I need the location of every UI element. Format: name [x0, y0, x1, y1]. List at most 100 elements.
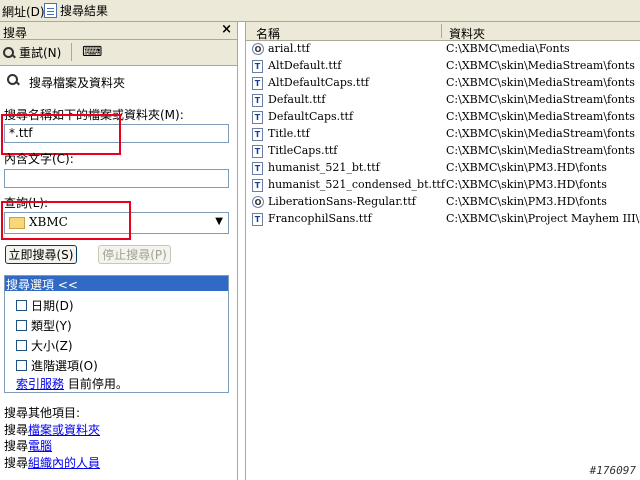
search-options-title: 搜尋選項 << — [6, 278, 78, 292]
file-folder: C:\XBMC\skin\MediaStream\fonts — [446, 110, 635, 123]
column-divider[interactable] — [441, 24, 442, 38]
close-icon[interactable]: × — [221, 22, 232, 37]
table-row[interactable]: T Title.ttf C:\XBMC\skin\MediaStream\fonts — [250, 126, 640, 143]
file-name: FrancophilSans.ttf — [268, 212, 372, 225]
watermark: #176097 — [589, 464, 636, 477]
file-folder: C:\XBMC\skin\MediaStream\fonts — [446, 76, 635, 89]
truetype-font-icon: T — [252, 111, 263, 124]
opentype-font-icon: O — [252, 196, 264, 208]
file-name: humanist_521_condensed_bt.ttf — [268, 178, 445, 191]
truetype-font-icon: T — [252, 179, 263, 192]
book-icon[interactable]: ⌨ — [82, 44, 102, 60]
other-item-prefix: 搜尋 — [4, 439, 29, 453]
table-row[interactable]: T DefaultCaps.ttf C:\XBMC\skin\MediaStream… — [250, 109, 640, 126]
address-bar: 網址(D) 搜尋結果 — [0, 0, 640, 22]
section-title: 搜尋檔案及資料夾 — [29, 76, 126, 90]
table-row[interactable]: T TitleCaps.ttf C:\XBMC\skin\MediaStream\f… — [250, 143, 640, 160]
other-item-files: 搜尋檔案或資料夾 — [4, 421, 100, 438]
file-folder: C:\XBMC\skin\PM3.HD\fonts — [446, 195, 607, 208]
column-header-folder[interactable]: 資料夾 — [449, 25, 485, 42]
option-label: 類型(Y) — [31, 319, 72, 333]
table-row[interactable]: T FrancophilSans.ttf C:\XBMC\skin\Project … — [250, 211, 640, 228]
truetype-font-icon: T — [252, 128, 263, 141]
table-row[interactable]: T AltDefault.ttf C:\XBMC\skin\MediaStream\… — [250, 58, 640, 75]
option-label: 日期(D) — [31, 299, 74, 313]
contains-label: 內含文字(C): — [4, 152, 74, 166]
reset-button-label: 重試(N) — [19, 46, 62, 60]
truetype-font-icon: T — [252, 213, 263, 226]
other-items-title: 搜尋其他項目: — [4, 406, 81, 420]
table-row[interactable]: Thumanist_521_condensed_bt.ttf C:\XBMC\sk… — [250, 177, 640, 194]
checkbox[interactable] — [16, 300, 27, 311]
other-item-prefix: 搜尋 — [4, 423, 29, 437]
file-name: AltDefaultCaps.ttf — [268, 76, 369, 89]
file-name: TitleCaps.ttf — [268, 144, 338, 157]
other-item-people: 搜尋組織內的人員 — [4, 454, 100, 471]
option-type[interactable]: 類型(Y) — [16, 317, 72, 334]
reset-button[interactable]: 重試(N) — [2, 44, 61, 61]
file-name: humanist_521_bt.ttf — [268, 161, 380, 174]
tab-search-results[interactable]: 搜尋結果 — [44, 2, 108, 19]
option-advanced[interactable]: 進階選項(O) — [16, 357, 98, 374]
files-folders-link[interactable]: 檔案或資料夾 — [28, 423, 100, 437]
pane-title: 搜尋 — [3, 26, 28, 40]
file-folder: C:\XBMC\skin\PM3.HD\fonts — [446, 161, 607, 174]
search-options-header[interactable]: 搜尋選項 << — [5, 276, 228, 292]
table-row[interactable]: Oarial.ttf C:\XBMC\media\Fonts — [250, 41, 640, 58]
index-service-row: 索引服務 目前停用。 — [16, 375, 128, 392]
truetype-font-icon: T — [252, 94, 263, 107]
option-label: 大小(Z) — [31, 339, 73, 353]
option-date[interactable]: 日期(D) — [16, 297, 74, 314]
results-pane: 名稱 資料夾 Oarial.ttf C:\XBMC\media\Fonts T Alt… — [245, 22, 640, 480]
option-label: 進階選項(O) — [31, 359, 98, 373]
search-icon — [6, 73, 20, 87]
search-pane: 搜尋 × 重試(N) ⌨ 搜尋檔案及資料夾 搜尋名稱如下的檔案或資料夾(M): … — [0, 22, 238, 480]
people-link[interactable]: 組織內的人員 — [28, 456, 100, 470]
file-folder: C:\XBMC\skin\PM3.HD\fonts — [446, 178, 607, 191]
truetype-font-icon: T — [252, 145, 263, 158]
truetype-font-icon: T — [252, 162, 263, 175]
other-item-prefix: 搜尋 — [4, 456, 29, 470]
option-size[interactable]: 大小(Z) — [16, 337, 73, 354]
table-row[interactable]: Thumanist_521_bt.ttf C:\XBMC\skin\PM3.HD\… — [250, 160, 640, 177]
highlight-box-name — [1, 114, 121, 155]
truetype-font-icon: T — [252, 60, 263, 73]
toolbar-divider — [71, 43, 72, 61]
checkbox[interactable] — [16, 320, 27, 331]
search-options-panel: 搜尋選項 << 日期(D) 類型(Y) 大小(Z) 進階選項(O) 索引服務 目… — [4, 275, 229, 393]
column-header-name[interactable]: 名稱 — [256, 25, 280, 42]
chevron-down-icon[interactable]: ▼ — [215, 216, 223, 227]
pane-header: 搜尋 × — [0, 22, 237, 40]
file-name: LiberationSans-Regular.ttf — [268, 195, 416, 208]
checkbox[interactable] — [16, 340, 27, 351]
address-label[interactable]: 網址(D) — [0, 3, 47, 20]
other-item-computer: 搜尋電腦 — [4, 437, 52, 454]
file-name: DefaultCaps.ttf — [268, 110, 354, 123]
table-row[interactable]: T AltDefaultCaps.ttf C:\XBMC\skin\MediaStr… — [250, 75, 640, 92]
index-service-link[interactable]: 索引服務 — [16, 377, 64, 391]
checkbox[interactable] — [16, 360, 27, 371]
truetype-font-icon: T — [252, 77, 263, 90]
tab-label: 搜尋結果 — [60, 4, 109, 18]
index-service-status: 目前停用。 — [67, 377, 128, 391]
search-icon — [2, 46, 16, 60]
table-row[interactable]: T Default.ttf C:\XBMC\skin\MediaStream\fon… — [250, 92, 640, 109]
table-row[interactable]: O LiberationSans-Regular.ttf C:\XBMC\skin\… — [250, 194, 640, 211]
file-name: arial.ttf — [268, 42, 310, 55]
file-name: AltDefault.ttf — [268, 59, 342, 72]
stop-search-button[interactable]: 停止搜尋(P) — [98, 245, 171, 264]
file-folder: C:\XBMC\skin\MediaStream\fonts — [446, 127, 635, 140]
file-name: Title.ttf — [268, 127, 310, 140]
pane-toolbar: 重試(N) ⌨ — [0, 40, 237, 66]
file-folder: C:\XBMC\media\Fonts — [446, 42, 570, 55]
contains-input[interactable] — [4, 169, 229, 188]
highlight-box-lookin — [1, 201, 131, 240]
file-folder: C:\XBMC\skin\MediaStream\fonts — [446, 144, 635, 157]
search-now-button[interactable]: 立即搜尋(S) — [5, 245, 77, 264]
results-header: 名稱 資料夾 — [246, 22, 640, 41]
computer-link[interactable]: 電腦 — [28, 439, 52, 453]
file-folder: C:\XBMC\skin\Project Mayhem III\fonts — [446, 212, 640, 225]
file-name: Default.ttf — [268, 93, 326, 106]
opentype-font-icon: O — [252, 43, 264, 55]
file-folder: C:\XBMC\skin\MediaStream\fonts — [446, 59, 635, 72]
